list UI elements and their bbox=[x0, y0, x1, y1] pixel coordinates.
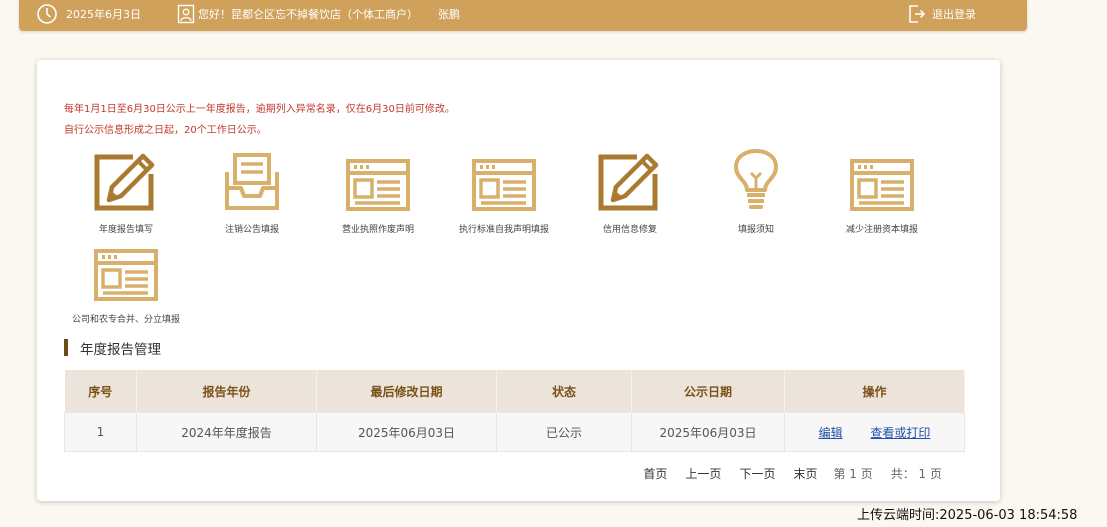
section-title-text: 年度报告管理 bbox=[80, 341, 161, 358]
user-name: 张鹏 bbox=[438, 7, 460, 21]
view-print-link[interactable]: 查看或打印 bbox=[870, 426, 930, 440]
cell-status: 已公示 bbox=[496, 412, 632, 452]
tile-label: 减少注册资本填报 bbox=[845, 225, 918, 235]
section-title-bar bbox=[64, 339, 68, 356]
tile-credit-repair[interactable]: 信用信息修复 bbox=[567, 146, 693, 235]
top-bar: 2025年6月3日 您好！昆都仑区忘不掉餐饮店（个体工商户） 张鹏 退出登录 bbox=[19, 0, 1027, 31]
edit-link[interactable]: 编辑 bbox=[819, 426, 843, 440]
cell-modified: 2025年06月03日 bbox=[316, 412, 497, 452]
tile-filing-guide[interactable]: 填报须知 bbox=[693, 146, 819, 235]
tile-standard-declaration[interactable]: 执行标准自我声明填报 bbox=[441, 146, 567, 235]
tile-annual-report[interactable]: 年度报告填写 bbox=[63, 146, 189, 235]
total-pages: 共： 1 页 bbox=[890, 467, 942, 481]
col-header-published: 公示日期 bbox=[631, 370, 785, 413]
tile-license-void[interactable]: 营业执照作废声明 bbox=[315, 146, 441, 235]
greeting-text: 您好！昆都仑区忘不掉餐饮店（个体工商户） bbox=[198, 7, 418, 21]
inbox-tray-icon bbox=[219, 150, 285, 212]
col-header-index: 序号 bbox=[64, 370, 137, 413]
page-info: 第 1 页 bbox=[833, 467, 873, 481]
notice-deadline: 每年1月1日至6月30日公示上一年度报告，逾期列入异常名录，仅在6月30日前可修… bbox=[64, 104, 455, 115]
tile-label: 营业执照作废声明 bbox=[341, 225, 414, 235]
next-page-link[interactable]: 下一页 bbox=[739, 465, 775, 482]
document-panel-icon bbox=[849, 158, 915, 212]
tile-capital-reduction[interactable]: 减少注册资本填报 bbox=[819, 146, 945, 235]
cell-published: 2025年06月03日 bbox=[631, 412, 785, 452]
cell-index: 1 bbox=[64, 412, 137, 452]
lightbulb-icon bbox=[732, 148, 780, 212]
table-row: 1 2024年年度报告 2025年06月03日 已公示 2025年06月03日 … bbox=[64, 412, 965, 452]
document-panel-icon bbox=[345, 158, 411, 212]
logout-label: 退出登录 bbox=[932, 7, 976, 21]
tile-label: 执行标准自我声明填报 bbox=[458, 225, 549, 235]
cell-year: 2024年年度报告 bbox=[136, 412, 317, 452]
last-page-link[interactable]: 末页 bbox=[793, 465, 817, 482]
tile-merger-split[interactable]: 公司和农专合并、分立填报 bbox=[63, 236, 189, 325]
col-header-actions: 操作 bbox=[784, 370, 965, 413]
user-badge-icon bbox=[177, 4, 195, 24]
col-header-status: 状态 bbox=[496, 370, 632, 413]
tile-label: 公司和农专合并、分立填报 bbox=[71, 315, 180, 325]
document-panel-icon bbox=[93, 248, 159, 302]
section-title: 年度报告管理 bbox=[64, 339, 161, 358]
greeting-group: 您好！昆都仑区忘不掉餐饮店（个体工商户） bbox=[177, 0, 418, 27]
col-header-modified: 最后修改日期 bbox=[316, 370, 497, 413]
tile-label: 年度报告填写 bbox=[98, 225, 153, 235]
main-card: 每年1月1日至6月30日公示上一年度报告，逾期列入异常名录，仅在6月30日前可修… bbox=[37, 60, 1000, 501]
clock-icon bbox=[36, 3, 58, 25]
col-header-year: 报告年份 bbox=[136, 370, 317, 413]
tile-label: 信用信息修复 bbox=[602, 225, 657, 235]
tile-deregistration-notice[interactable]: 注销公告填报 bbox=[189, 146, 315, 235]
header-date: 2025年6月3日 bbox=[66, 7, 141, 21]
notice-publicity: 自行公示信息形成之日起，20个工作日公示。 bbox=[64, 125, 267, 136]
upload-time: 上传云端时间:2025-06-03 18:54:58 bbox=[857, 508, 1078, 523]
first-page-link[interactable]: 首页 bbox=[643, 465, 667, 482]
pagination: 首页 上一页 下一页 末页 第 1 页 共： 1 页 bbox=[625, 465, 942, 482]
logout-button[interactable]: 退出登录 bbox=[907, 0, 976, 27]
table-header-row: 序号 报告年份 最后修改日期 状态 公示日期 操作 bbox=[64, 370, 965, 413]
annual-report-table: 序号 报告年份 最后修改日期 状态 公示日期 操作 1 2024年年度报告 20… bbox=[64, 370, 965, 452]
prev-page-link[interactable]: 上一页 bbox=[685, 465, 721, 482]
cell-actions: 编辑 查看或打印 bbox=[784, 412, 965, 452]
document-panel-icon bbox=[471, 158, 537, 212]
tile-label: 注销公告填报 bbox=[224, 225, 279, 235]
tile-label: 填报须知 bbox=[737, 225, 774, 235]
date-group: 2025年6月3日 bbox=[36, 0, 141, 27]
edit-form-icon bbox=[597, 150, 663, 212]
edit-form-icon bbox=[93, 150, 159, 212]
logout-icon bbox=[907, 4, 927, 24]
